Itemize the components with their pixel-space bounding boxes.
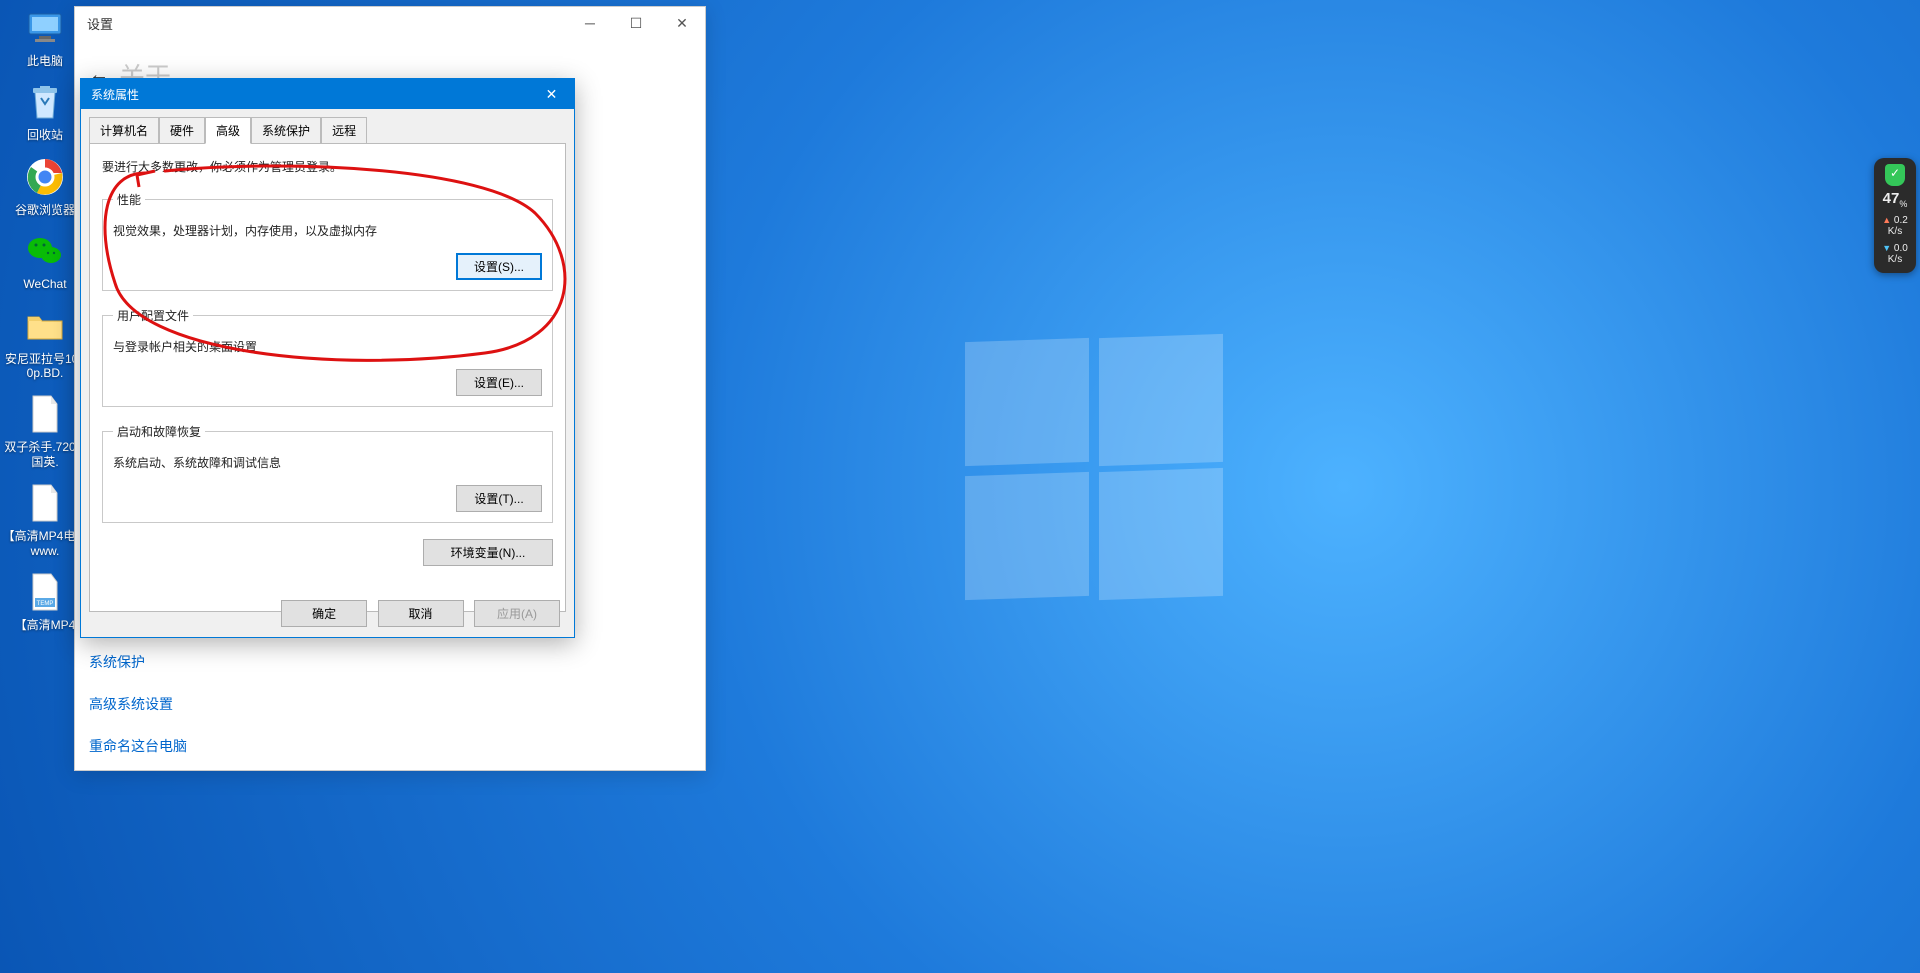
dialog-button-row: 确定 取消 应用(A)	[275, 600, 560, 627]
folder-icon	[23, 304, 67, 348]
tab-remote[interactable]: 远程	[321, 117, 367, 144]
arrow-down-icon: ▼	[1882, 243, 1891, 253]
tab-computer-name[interactable]: 计算机名	[89, 117, 159, 144]
pc-icon	[23, 6, 67, 50]
settings-titlebar[interactable]: 设置 ─ ☐ ✕	[75, 7, 705, 39]
environment-variables-button[interactable]: 环境变量(N)...	[423, 539, 553, 566]
close-button[interactable]: ✕	[659, 7, 705, 39]
tab-hardware[interactable]: 硬件	[159, 117, 205, 144]
dialog-title: 系统属性	[91, 86, 139, 103]
performance-settings-button[interactable]: 设置(S)...	[456, 253, 542, 280]
file-icon	[23, 392, 67, 436]
minimize-button[interactable]: ─	[567, 7, 613, 39]
group-startup-desc: 系统启动、系统故障和调试信息	[113, 454, 542, 471]
widget-download: ▼ 0.0 K/s	[1874, 243, 1916, 265]
tab-system-protection[interactable]: 系统保护	[251, 117, 321, 144]
arrow-up-icon: ▲	[1882, 215, 1891, 225]
group-performance-legend: 性能	[113, 191, 145, 208]
widget-percent: 47%	[1874, 190, 1916, 209]
chrome-icon	[23, 155, 67, 199]
apply-button[interactable]: 应用(A)	[474, 600, 560, 627]
link-advanced-system-settings[interactable]: 高级系统设置	[89, 694, 187, 714]
wechat-icon	[23, 229, 67, 273]
group-startup-legend: 启动和故障恢复	[113, 423, 205, 440]
close-icon: ✕	[546, 86, 558, 103]
system-properties-dialog: 系统属性 ✕ 计算机名 硬件 高级 系统保护 远程 要进行大多数更改，你必须作为…	[80, 78, 575, 638]
network-monitor-widget[interactable]: 47% ▲ 0.2 K/s ▼ 0.0 K/s	[1874, 158, 1916, 273]
link-rename-pc[interactable]: 重命名这台电脑	[89, 736, 187, 756]
widget-upload: ▲ 0.2 K/s	[1874, 215, 1916, 237]
ok-button[interactable]: 确定	[281, 600, 367, 627]
group-startup-recovery: 启动和故障恢复 系统启动、系统故障和调试信息 设置(T)...	[102, 423, 553, 523]
maximize-button[interactable]: ☐	[613, 7, 659, 39]
dialog-close-button[interactable]: ✕	[529, 79, 574, 109]
temp-file-icon: TEMP	[23, 570, 67, 614]
svg-text:TEMP: TEMP	[37, 601, 54, 607]
group-performance-desc: 视觉效果，处理器计划，内存使用，以及虚拟内存	[113, 222, 542, 239]
user-profiles-settings-button[interactable]: 设置(E)...	[456, 369, 542, 396]
group-user-profiles-desc: 与登录帐户相关的桌面设置	[113, 338, 542, 355]
tab-page-advanced: 要进行大多数更改，你必须作为管理员登录。 性能 视觉效果，处理器计划，内存使用，…	[89, 144, 566, 612]
startup-settings-button[interactable]: 设置(T)...	[456, 485, 542, 512]
tabstrip: 计算机名 硬件 高级 系统保护 远程	[81, 109, 574, 144]
settings-related-links: 系统保护 高级系统设置 重命名这台电脑	[89, 630, 187, 756]
shield-icon	[1885, 164, 1905, 186]
recycle-bin-icon	[23, 80, 67, 124]
group-user-profiles: 用户配置文件 与登录帐户相关的桌面设置 设置(E)...	[102, 307, 553, 407]
admin-note: 要进行大多数更改，你必须作为管理员登录。	[102, 158, 553, 175]
wallpaper-windows-logo	[965, 340, 1225, 600]
file-icon	[23, 481, 67, 525]
link-system-protection[interactable]: 系统保护	[89, 652, 187, 672]
group-performance: 性能 视觉效果，处理器计划，内存使用，以及虚拟内存 设置(S)...	[102, 191, 553, 291]
cancel-button[interactable]: 取消	[378, 600, 464, 627]
group-user-profiles-legend: 用户配置文件	[113, 307, 193, 324]
tab-advanced[interactable]: 高级	[205, 117, 251, 144]
system-properties-titlebar[interactable]: 系统属性 ✕	[81, 79, 574, 109]
settings-title: 设置	[87, 14, 113, 33]
